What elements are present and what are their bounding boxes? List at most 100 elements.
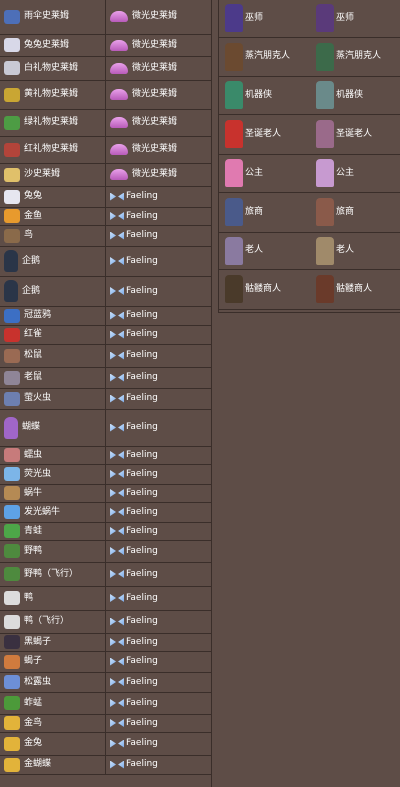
worm-icon [4,448,20,462]
critter-name: 白礼物史莱姆 [24,62,79,73]
variant-name: Faeling [126,210,158,221]
faeling-icon [110,374,124,382]
critter-name: 蠕虫 [24,449,43,460]
critter-name: 绿礼物史莱姆 [24,117,79,127]
critter-cell: 松露虫 [0,672,107,693]
variant-name: Faeling [126,697,158,708]
variant-name: Faeling [126,568,158,579]
table-row: 蠕虫 Faeling [0,446,211,465]
variant-cell: Faeling [105,633,211,652]
critter-name: 兔兔史莱姆 [24,39,70,50]
variant-name: 微光史莱姆 [132,89,178,99]
critter-name: 沙史莱姆 [24,169,61,179]
firefly-icon [4,391,20,406]
shimmer-slime-icon [110,117,129,128]
yellow-present-slime-icon [4,87,20,102]
table-row: 红雀 Faeling [0,325,211,345]
table-row: 金鸟 Faeling [0,714,211,733]
npc-sprite-icon [316,120,334,148]
critter-name: 蝴蝶 [22,422,41,432]
npc-cell: 蒸汽朋克人 [310,37,400,77]
npc-cell: 巫师 [219,0,310,38]
critter-table: 雨伞史莱姆 微光史莱姆 兔兔史莱姆 微光史莱姆 白礼物史莱姆 微光史莱姆 黄礼物史莱姆 微光史… [0,0,211,775]
critter-cell: 鸭（飞行） [0,610,107,634]
variant-name: Faeling [126,738,158,748]
critter-cell: 兔兔史莱姆 [0,34,107,57]
npc-cell: 骷髅商人 [219,269,310,310]
npc-name: 机器侠 [336,89,364,100]
faeling-icon [110,352,124,360]
variant-cell: 微光史莱姆 [105,136,211,164]
green-present-slime-icon [4,115,20,130]
table-row: 雨伞史莱姆 微光史莱姆 [0,0,211,35]
squirrel-icon [4,348,20,363]
critter-name: 荧光虫 [24,468,52,479]
faeling-icon [110,638,124,646]
mallard-duck-icon [4,544,20,558]
variant-cell: 微光史莱姆 [105,109,211,137]
critter-cell: 萤火虫 [0,388,107,410]
shimmer-slime-icon [110,11,129,23]
variant-cell: Faeling [105,246,211,277]
variant-name: Faeling [126,759,158,769]
npc-name: 公主 [336,167,355,178]
npc-cell: 老人 [310,232,400,270]
critter-cell: 企鹅 [0,276,107,307]
npc-sprite-icon [225,4,243,33]
faeling-icon [110,212,124,220]
critter-cell: 企鹅 [0,246,107,277]
npc-cell: 旅商 [310,192,400,233]
truffle-worm-icon [4,675,20,689]
critter-cell: 荧光虫 [0,464,107,485]
table-row: 老人 老人 [219,232,400,270]
table-row: 红礼物史莱姆 微光史莱姆 [0,136,211,164]
bird-icon [4,228,20,243]
critter-cell: 黄礼物史莱姆 [0,80,107,110]
table-row: 发光蜗牛 Faeling [0,502,211,523]
variant-cell: Faeling [105,225,211,247]
gold-bird-icon [4,716,20,730]
table-row: 金兔 Faeling [0,732,211,756]
faeling-icon [110,678,124,686]
npc-name: 骷髅商人 [336,283,373,294]
table-row: 兔兔史莱姆 微光史莱姆 [0,34,211,57]
variant-name: Faeling [126,487,158,498]
shimmer-slime-icon [110,144,129,155]
critter-name: 鸟 [24,230,34,240]
table-row: 蒸汽朋克人 蒸汽朋克人 [219,37,400,77]
faeling-icon [110,547,124,555]
critter-name: 兔兔 [24,191,43,201]
shimmer-slime-icon [110,89,129,100]
table-row: 青蛙 Faeling [0,522,211,541]
variant-cell: Faeling [105,502,211,523]
variant-cell: Faeling [105,367,211,389]
npc-cell: 巫师 [310,0,400,38]
variant-name: Faeling [126,372,158,382]
faeling-icon [110,451,124,459]
variant-name: Faeling [126,506,158,517]
mouse-icon [4,370,20,385]
variant-cell: Faeling [105,732,211,756]
variant-name: Faeling [126,285,158,296]
variant-cell: Faeling [105,306,211,326]
variant-name: Faeling [126,616,158,626]
critter-name: 鸭 [24,592,34,603]
variant-name: Faeling [126,329,158,339]
critter-cell: 白礼物史莱姆 [0,56,107,81]
npc-name: 蒸汽朋克人 [336,51,382,61]
grasshopper-icon [4,696,20,710]
variant-name: 微光史莱姆 [132,169,178,179]
sand-slime-icon [4,167,20,182]
faeling-icon [110,570,124,578]
faeling-icon [110,618,124,626]
penguin-icon [4,280,18,302]
table-row: 荧光虫 Faeling [0,464,211,485]
table-row: 蚱蜢 Faeling [0,692,211,715]
umbrella-slime-icon [4,9,20,24]
npc-cell: 机器侠 [310,76,400,115]
faeling-icon [110,331,124,339]
critter-name: 黑蝎子 [24,636,52,647]
shimmer-slime-icon [110,169,129,180]
variant-cell: 微光史莱姆 [105,80,211,110]
critter-name: 金鱼 [24,210,43,221]
